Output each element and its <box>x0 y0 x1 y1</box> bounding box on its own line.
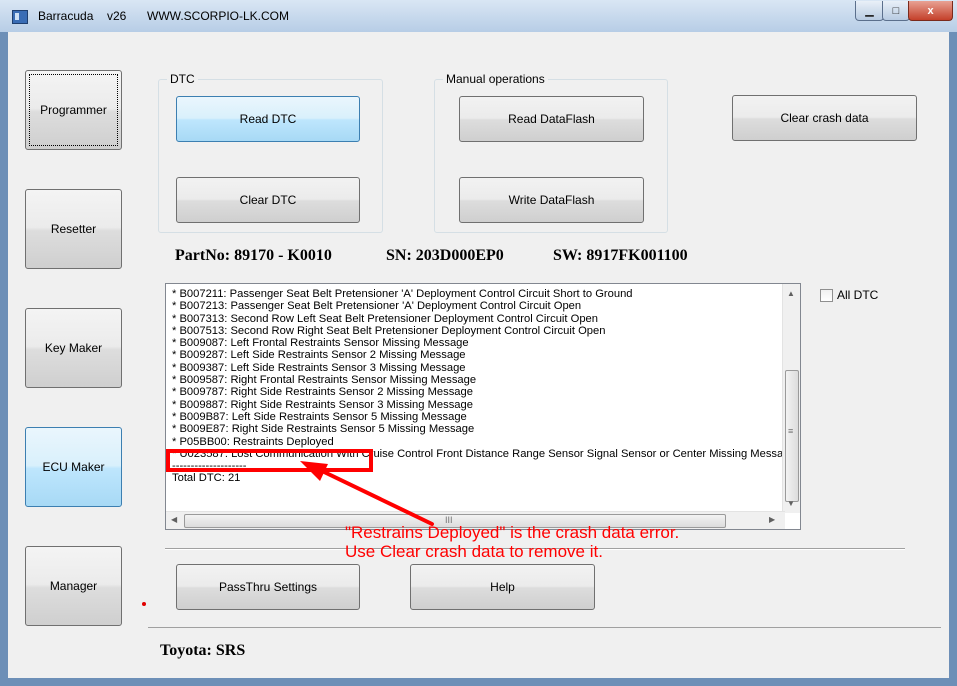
minimize-button[interactable]: ▁ <box>855 1 884 21</box>
list-item[interactable]: * B007313: Second Row Left Seat Belt Pre… <box>172 313 772 325</box>
title-bar[interactable]: Barracuda v26 WWW.SCORPIO-LK.COM ▁ □ x <box>0 0 957 32</box>
app-version: v26 <box>107 9 127 23</box>
scroll-left-icon[interactable]: ◀ <box>171 515 177 524</box>
sidebar-item-label: Manager <box>49 579 98 593</box>
footer-status: Toyota: SRS <box>160 642 246 659</box>
sidebar-item-manager[interactable]: Manager <box>25 546 122 626</box>
sidebar-item-label: Programmer <box>40 103 107 117</box>
read-dataflash-button[interactable]: Read DataFlash <box>459 96 644 142</box>
bottom-separator <box>148 627 941 628</box>
sidebar-item-programmer[interactable]: Programmer <box>25 70 122 150</box>
clear-dtc-button[interactable]: Clear DTC <box>176 177 360 223</box>
app-icon <box>12 10 28 24</box>
software-version: SW: 8917FK001100 <box>553 247 688 264</box>
clear-dtc-label: Clear DTC <box>239 193 297 207</box>
read-dtc-button[interactable]: Read DTC <box>176 96 360 142</box>
all-dtc-label: All DTC <box>837 288 879 302</box>
app-window: Barracuda v26 WWW.SCORPIO-LK.COM ▁ □ x P… <box>0 0 957 686</box>
sidebar-item-label: Key Maker <box>44 341 103 355</box>
part-number: PartNo: 89170 - K0010 <box>175 247 332 264</box>
list-item[interactable]: * P05BB00: Restraints Deployed <box>172 436 772 448</box>
sidebar-item-label: ECU Maker <box>42 460 105 474</box>
write-dataflash-button[interactable]: Write DataFlash <box>459 177 644 223</box>
passthru-settings-label: PassThru Settings <box>218 580 318 594</box>
vertical-scrollbar[interactable]: ▲ ≡ ▼ <box>782 284 800 513</box>
list-item[interactable]: * B009B87: Left Side Restraints Sensor 5… <box>172 411 772 423</box>
close-icon: x <box>927 4 934 17</box>
scroll-down-icon[interactable]: ▼ <box>787 499 795 508</box>
scroll-right-icon[interactable]: ▶ <box>769 515 775 524</box>
clear-crash-data-button[interactable]: Clear crash data <box>732 95 917 141</box>
dtc-listbox[interactable]: * B007211: Passenger Seat Belt Pretensio… <box>165 283 801 530</box>
dtc-group-title: DTC <box>167 72 198 86</box>
serial-number: SN: 203D000EP0 <box>386 247 504 264</box>
help-label: Help <box>490 580 515 594</box>
close-button[interactable]: x <box>908 1 953 21</box>
sidebar-item-label: Resetter <box>50 222 97 236</box>
list-item[interactable]: * B007513: Second Row Right Seat Belt Pr… <box>172 325 772 337</box>
annotation-highlight-box <box>166 449 373 472</box>
scroll-up-icon[interactable]: ▲ <box>787 289 795 298</box>
list-item[interactable]: Total DTC: 21 <box>172 472 772 484</box>
list-item[interactable]: * B009287: Left Side Restraints Sensor 2… <box>172 349 772 361</box>
list-item[interactable]: * B009087: Left Frontal Restraints Senso… <box>172 337 772 349</box>
list-item[interactable]: * B007211: Passenger Seat Belt Pretensio… <box>172 288 772 300</box>
app-name: Barracuda <box>38 9 94 23</box>
grip-icon: ≡ <box>788 426 794 436</box>
vertical-scroll-thumb[interactable]: ≡ <box>785 370 799 502</box>
list-item[interactable]: * B009E87: Right Side Restraints Sensor … <box>172 423 772 435</box>
clear-crash-data-label: Clear crash data <box>780 111 869 125</box>
list-item[interactable]: * B009887: Right Side Restraints Sensor … <box>172 399 772 411</box>
maximize-icon: □ <box>892 4 900 17</box>
list-item[interactable]: * B007213: Passenger Seat Belt Pretensio… <box>172 300 772 312</box>
read-dataflash-label: Read DataFlash <box>508 112 595 126</box>
all-dtc-checkbox[interactable]: All DTC <box>820 288 878 302</box>
list-item[interactable]: * B009387: Left Side Restraints Sensor 3… <box>172 362 772 374</box>
red-dot-marker <box>142 602 146 606</box>
list-item[interactable]: * B009587: Right Frontal Restraints Sens… <box>172 374 772 386</box>
sidebar-item-resetter[interactable]: Resetter <box>25 189 122 269</box>
checkbox-box[interactable] <box>820 288 833 302</box>
sidebar-item-key-maker[interactable]: Key Maker <box>25 308 122 388</box>
manual-group-title: Manual operations <box>443 72 548 86</box>
maximize-button[interactable]: □ <box>882 1 910 21</box>
app-website: WWW.SCORPIO-LK.COM <box>147 9 289 23</box>
passthru-settings-button[interactable]: PassThru Settings <box>176 564 360 610</box>
minimize-icon: ▁ <box>865 5 874 17</box>
annotation-text-line-1: "Restrains Deployed" is the crash data e… <box>345 523 680 542</box>
help-button[interactable]: Help <box>410 564 595 610</box>
read-dtc-label: Read DTC <box>239 112 297 126</box>
annotation-text-line-2: Use Clear crash data to remove it. <box>345 542 603 561</box>
list-item[interactable]: * B009787: Right Side Restraints Sensor … <box>172 386 772 398</box>
write-dataflash-label: Write DataFlash <box>508 193 595 207</box>
sidebar-item-ecu-maker[interactable]: ECU Maker <box>25 427 122 507</box>
